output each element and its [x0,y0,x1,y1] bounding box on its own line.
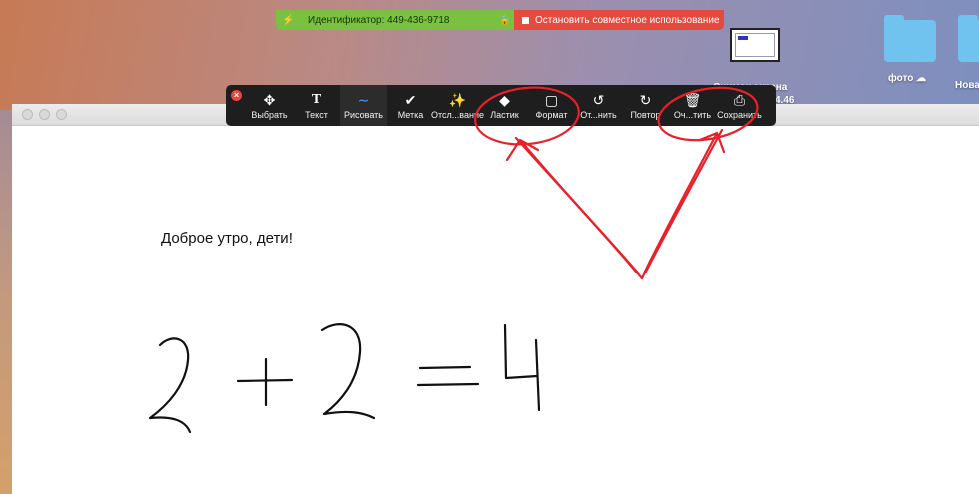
trash-icon: 🗑 [683,91,702,108]
handwritten-equation [148,323,541,434]
handwritten-equals-top [418,365,472,370]
tool-clear[interactable]: 🗑 Оч...тить [669,85,716,126]
tool-format[interactable]: ▢ Формат [528,85,575,126]
handwritten-two [320,323,376,420]
handwritten-four-stem-left [503,323,539,380]
tool-label: Текст [305,109,328,120]
tool-label: Ластик [490,109,519,120]
tool-label: Повтор [630,109,661,120]
tool-draw[interactable]: ∼ Рисовать [340,85,387,126]
move-icon: ✥ [263,91,276,108]
eraser-icon: ◆ [499,91,510,108]
tool-spotlight[interactable]: ✨ Отсл...вание [431,85,484,126]
tool-label: Отсл...вание [431,109,484,120]
spotlight-wand-icon: ✨ [448,91,467,108]
tool-redo[interactable]: ↻ Повтор [622,85,669,126]
handwritten-two [148,337,192,434]
checkmark-icon: ✔ [404,91,417,108]
tool-text[interactable]: T Текст [293,85,340,126]
tool-select[interactable]: ✥ Выбрать [246,85,293,126]
tool-label: От...нить [580,109,617,120]
redo-icon: ↻ [639,91,652,108]
toolbar-close-icon[interactable]: × [231,90,242,101]
undo-icon: ↺ [592,91,605,108]
handwritten-equals-bottom [416,382,480,387]
format-icon: ▢ [544,91,559,108]
save-icon: ⎙ [733,91,746,108]
draw-icon: ∼ [357,91,370,108]
tool-eraser[interactable]: ◆ Ластик [481,85,528,126]
tool-label: Выбрать [251,109,288,120]
handwritten-plus-horizontal [236,378,294,383]
tool-label: Метка [397,109,424,120]
tool-label: Формат [535,109,568,120]
tool-label: Сохранить [717,109,762,120]
text-icon: T [311,91,322,107]
annotation-toolbar: × ✥ Выбрать T Текст ∼ Рисовать ✔ Метка ✨… [226,85,776,126]
tool-label: Оч...тить [673,109,712,120]
tool-stamp[interactable]: ✔ Метка [387,85,434,126]
tool-undo[interactable]: ↺ От...нить [575,85,622,126]
handwritten-four-stem-right [534,338,541,412]
tool-save[interactable]: ⎙ Сохранить [716,85,763,126]
tool-label: Рисовать [344,109,383,120]
